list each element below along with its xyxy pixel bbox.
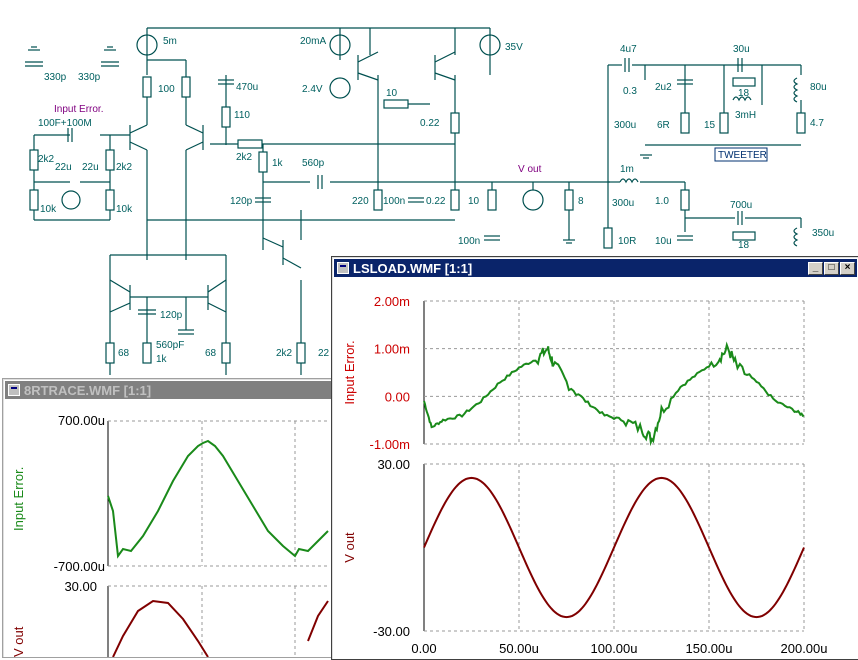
8r-vout-trace — [112, 599, 209, 657]
label-1m: 1m — [620, 164, 634, 175]
label-10r: 10R — [618, 236, 636, 247]
label-10: 1.0 — [655, 196, 669, 207]
label-3mh: 3mH — [735, 110, 756, 121]
x-axis-label: Time [s] — [591, 657, 637, 659]
xtick-0: 0.00 — [411, 641, 436, 656]
label-2u2: 2u2 — [655, 82, 672, 93]
label-350u: 350u — [812, 228, 834, 239]
label-330p-b: 330p — [78, 72, 101, 83]
8r-ylabel-top: Input Error. — [11, 467, 26, 531]
xtick-3: 150.00u — [686, 641, 733, 656]
window-lsload[interactable]: LSLOAD.WMF [1:1] _ □ × 2.00m 1.00m 0.00 -1.… — [331, 256, 858, 660]
label-2k2-c: 2k2 — [116, 162, 133, 173]
xtick-1: 50.00u — [499, 641, 539, 656]
bottom-ylabel: V out — [342, 532, 357, 563]
label-2k2-b: 2k2 — [38, 154, 55, 165]
close-button[interactable]: × — [840, 261, 855, 275]
bottom-ytick-1: -30.00 — [373, 624, 410, 639]
window-8rtrace-title: 8RTRACE.WMF [1:1] — [24, 382, 152, 398]
label-220: 220 — [352, 196, 369, 207]
label-15: 15 — [704, 120, 716, 131]
label-022: 0.22 — [420, 118, 440, 129]
bottom-ytick-0: 30.00 — [377, 457, 410, 472]
label-100n-a: 100n — [383, 196, 405, 207]
label-8: 8 — [578, 196, 584, 207]
label-22u-a: 22u — [55, 162, 72, 173]
label-10k-b: 10k — [116, 204, 133, 215]
maximize-button[interactable]: □ — [824, 261, 839, 275]
label-100f: 100F+100M — [38, 118, 92, 129]
label-30u: 30u — [733, 44, 750, 55]
top-ytick-0: 2.00m — [374, 294, 410, 309]
label-10u: 10u — [655, 236, 672, 247]
label-300u: 300u — [614, 120, 636, 131]
label-4u7: 4u7 — [620, 44, 637, 55]
window-8rtrace-titlebar[interactable]: 8RTRACE.WMF [1:1] — [5, 381, 331, 399]
top-ytick-2: 0.00 — [385, 389, 410, 404]
8r-ytick-bottom: -700.00u — [54, 559, 105, 574]
label-35V: 35V — [505, 42, 523, 53]
label-68-b: 68 — [205, 348, 217, 359]
plot-lsload: 2.00m 1.00m 0.00 -1.00m Input Error. 30.00 -30… — [342, 294, 828, 659]
label-22u-b: 22u — [82, 162, 99, 173]
label-10b: 10 — [468, 196, 480, 207]
label-100n-b: 100n — [458, 236, 480, 247]
window-lsload-title: LSLOAD.WMF [1:1] — [353, 260, 473, 276]
xtick-2: 100.00u — [591, 641, 638, 656]
label-18: 18 — [738, 88, 750, 99]
tweeter-label: TWEETER — [718, 150, 767, 161]
label-330p-a: 330p — [44, 72, 67, 83]
label-5m: 5m — [163, 36, 177, 47]
label-470u: 470u — [236, 82, 258, 93]
label-120p-b: 120p — [160, 310, 183, 321]
label-300u-b: 300u — [612, 198, 634, 209]
label-68-a: 68 — [118, 348, 130, 359]
top-ytick-1: 1.00m — [374, 342, 410, 357]
label-03: 0.3 — [623, 86, 637, 97]
document-icon — [8, 384, 20, 396]
label-700u: 700u — [730, 200, 752, 211]
label-80u: 80u — [810, 82, 827, 93]
label-1k-b: 1k — [156, 354, 168, 365]
label-1k: 1k — [272, 158, 284, 169]
label-input-error: Input Error. — [54, 104, 103, 115]
top-ylabel: Input Error. — [342, 340, 357, 404]
label-6r: 6R — [657, 120, 670, 131]
label-10k-a: 10k — [40, 204, 57, 215]
label-022b: 0.22 — [426, 196, 446, 207]
label-110: 110 — [234, 110, 250, 121]
8r-ylabel-bottom: V out — [11, 626, 26, 657]
label-vout: V out — [518, 164, 542, 175]
label-10: 10 — [386, 88, 398, 99]
xtick-4: 200.00u — [781, 641, 828, 656]
top-ytick-3: -1.00m — [370, 437, 410, 452]
label-18b: 18 — [738, 240, 750, 251]
8r-vout-ytick: 30.00 — [64, 579, 97, 594]
label-20mA: 20mA — [300, 36, 326, 47]
label-2k2-d: 2k2 — [276, 348, 293, 359]
label-120p: 120p — [230, 196, 253, 207]
plot-8rtrace: 700.00u -700.00u Input Error. 30.00 V ou… — [11, 413, 329, 657]
8r-ytick-top: 700.00u — [58, 413, 105, 428]
label-100: 100 — [158, 84, 175, 95]
label-47: 4.7 — [810, 118, 824, 129]
document-icon — [337, 262, 349, 274]
label-2k2-a: 2k2 — [236, 152, 253, 163]
label-560p: 560p — [302, 158, 325, 169]
label-2v4: 2.4V — [302, 84, 323, 95]
window-lsload-titlebar[interactable]: LSLOAD.WMF [1:1] _ □ × — [334, 259, 857, 277]
minimize-button[interactable]: _ — [808, 261, 823, 275]
label-22: 22 — [318, 348, 330, 359]
window-8rtrace[interactable]: 8RTRACE.WMF [1:1] 700.00u -700.00u Input… — [2, 378, 334, 658]
label-560pf: 560pF — [156, 340, 184, 351]
